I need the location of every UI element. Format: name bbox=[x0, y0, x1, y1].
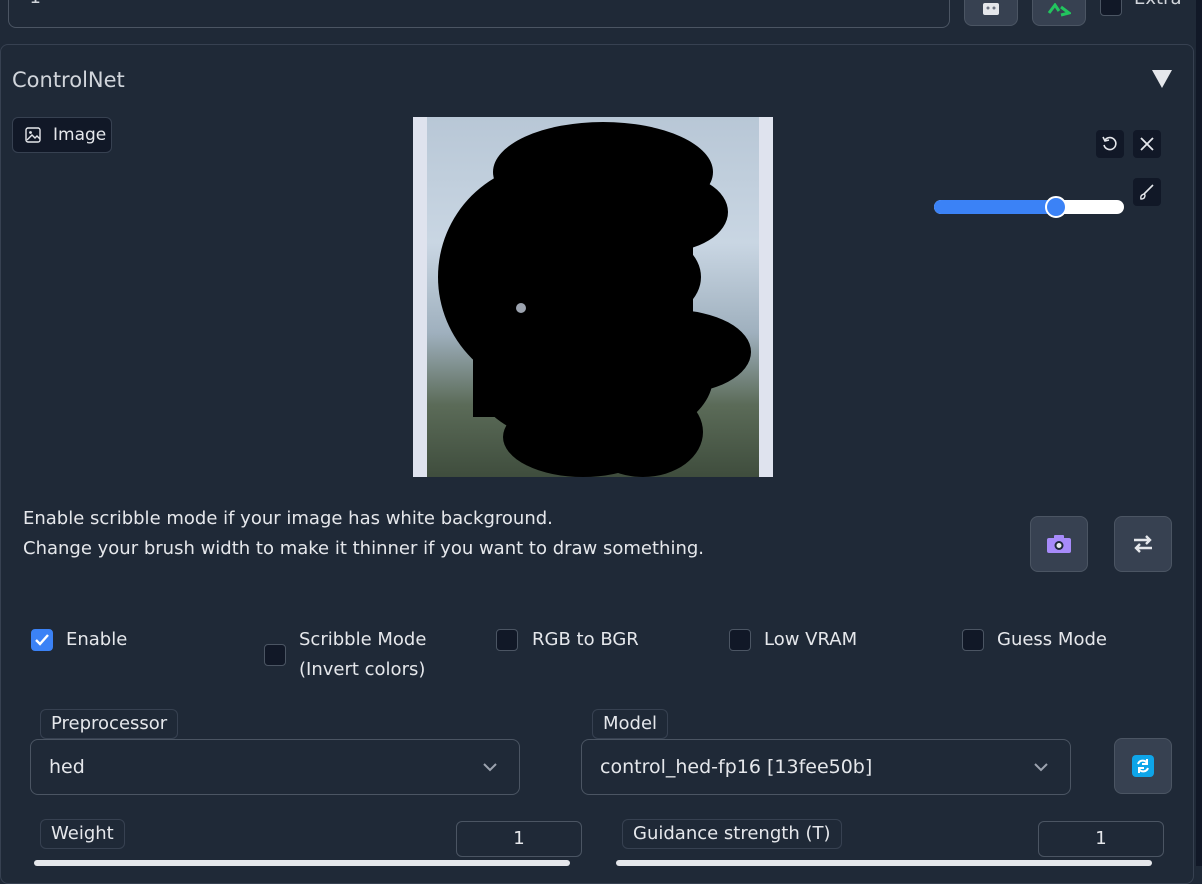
model-value: control_hed-fp16 [13fee50b] bbox=[600, 756, 873, 778]
guidance-label: Guidance strength (T) bbox=[622, 819, 842, 849]
swap-dimensions-button[interactable] bbox=[1114, 516, 1172, 572]
sketch-canvas[interactable] bbox=[413, 117, 773, 477]
image-tab-label: Image bbox=[53, 125, 107, 145]
scribble-mode-label: Scribble Mode (Invert colors) bbox=[299, 625, 426, 685]
weight-slider[interactable] bbox=[34, 860, 570, 866]
guidance-slider[interactable] bbox=[616, 860, 1152, 866]
undo-icon bbox=[1102, 136, 1117, 151]
extra-checkbox[interactable] bbox=[1100, 0, 1122, 16]
random-seed-button[interactable] bbox=[964, 0, 1018, 26]
low-vram-checkbox[interactable] bbox=[729, 629, 751, 651]
rgb-to-bgr-label: RGB to BGR bbox=[532, 629, 639, 650]
refresh-icon bbox=[1132, 755, 1154, 777]
chevron-down-icon bbox=[1034, 763, 1048, 772]
image-tab[interactable]: Image bbox=[12, 117, 112, 153]
preprocessor-label: Preprocessor bbox=[40, 709, 179, 739]
check-icon bbox=[35, 634, 49, 646]
image-icon bbox=[25, 127, 41, 143]
guess-mode-label: Guess Mode bbox=[997, 629, 1107, 650]
scribble-mask bbox=[438, 122, 751, 477]
recycle-icon bbox=[1047, 3, 1071, 17]
undo-button[interactable] bbox=[1096, 130, 1124, 158]
reuse-seed-button[interactable] bbox=[1032, 0, 1086, 26]
info-line-1: Enable scribble mode if your image has w… bbox=[23, 508, 553, 529]
enable-checkbox[interactable] bbox=[31, 629, 53, 651]
webcam-button[interactable] bbox=[1030, 516, 1088, 572]
preprocessor-value: hed bbox=[49, 756, 85, 778]
panel-title: ControlNet bbox=[12, 68, 125, 92]
info-line-2: Change your brush width to make it thinn… bbox=[23, 538, 705, 559]
low-vram-label: Low VRAM bbox=[764, 629, 858, 650]
close-icon bbox=[1140, 137, 1154, 151]
weight-input[interactable]: 1 bbox=[456, 821, 582, 857]
scrollbar[interactable] bbox=[1196, 0, 1202, 866]
refresh-models-button[interactable] bbox=[1114, 738, 1172, 794]
brush-button[interactable] bbox=[1133, 178, 1161, 206]
scribble-mode-label-line2: (Invert colors) bbox=[299, 659, 426, 680]
brush-size-slider[interactable] bbox=[934, 200, 1124, 214]
scribble-info: Enable scribble mode if your image has w… bbox=[23, 504, 704, 564]
brush-size-thumb[interactable] bbox=[1044, 196, 1067, 218]
brush-icon bbox=[1140, 184, 1154, 200]
camera-icon bbox=[1047, 535, 1071, 553]
enable-label: Enable bbox=[66, 629, 128, 650]
weight-label: Weight bbox=[40, 819, 125, 849]
seed-input[interactable]: -1 bbox=[8, 0, 950, 28]
dice-icon bbox=[983, 3, 999, 15]
guidance-input[interactable]: 1 bbox=[1038, 821, 1164, 857]
brush-size-fill bbox=[934, 200, 1056, 214]
rgb-to-bgr-checkbox[interactable] bbox=[496, 629, 518, 651]
model-select[interactable]: control_hed-fp16 [13fee50b] bbox=[581, 739, 1071, 795]
chevron-down-icon bbox=[483, 763, 497, 772]
preprocessor-select[interactable]: hed bbox=[30, 739, 520, 795]
scribble-mode-label-line1: Scribble Mode bbox=[299, 629, 427, 650]
swap-arrows-icon bbox=[1134, 535, 1152, 553]
collapse-arrow-icon[interactable] bbox=[1152, 70, 1172, 88]
guess-mode-checkbox[interactable] bbox=[962, 629, 984, 651]
clear-button[interactable] bbox=[1133, 130, 1161, 158]
scribble-mode-checkbox[interactable] bbox=[264, 644, 286, 666]
model-label: Model bbox=[592, 709, 669, 739]
extra-label: Extra bbox=[1134, 0, 1182, 9]
